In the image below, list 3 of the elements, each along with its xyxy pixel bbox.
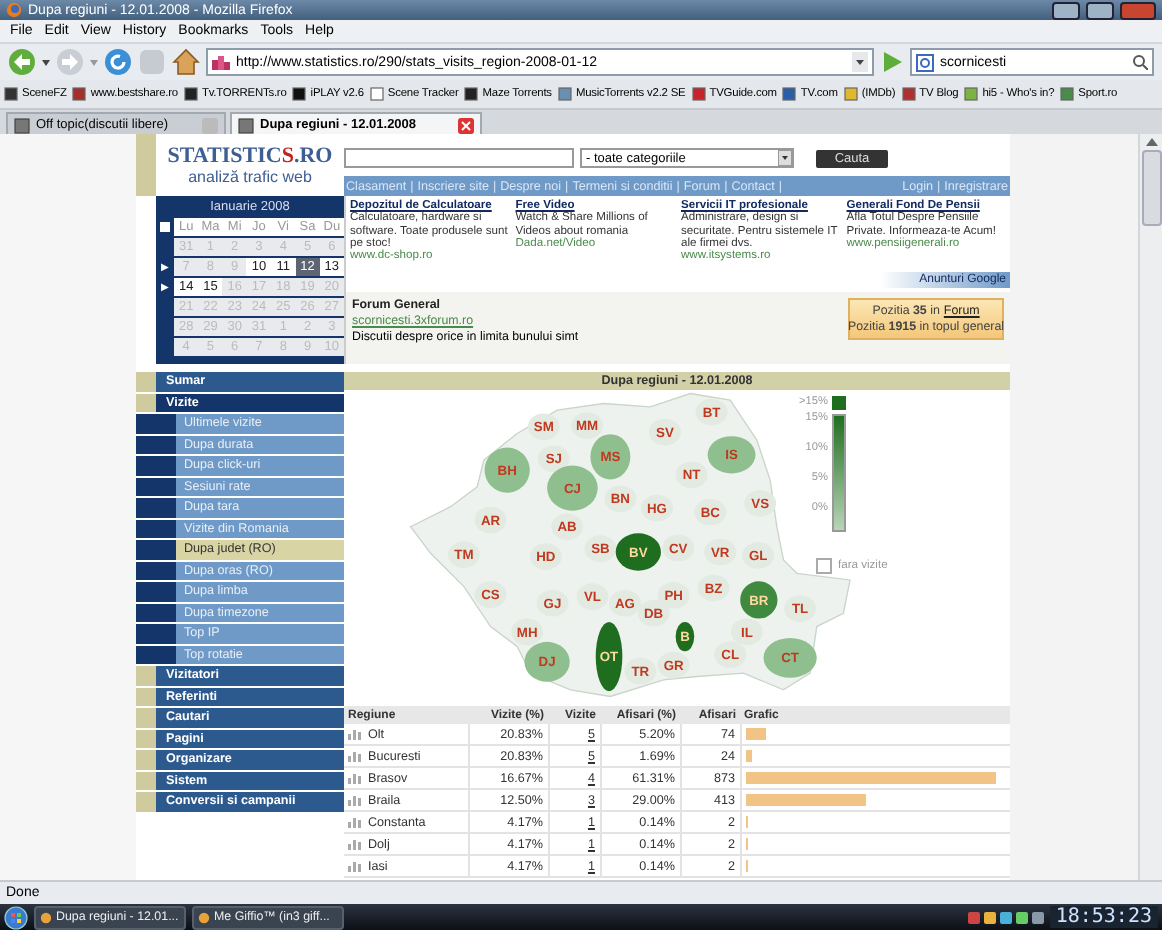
logo: STATISTICS.RO <box>167 144 333 168</box>
tagline: analiză trafic web <box>188 168 312 186</box>
clock: 18:53:23 <box>1049 906 1158 928</box>
